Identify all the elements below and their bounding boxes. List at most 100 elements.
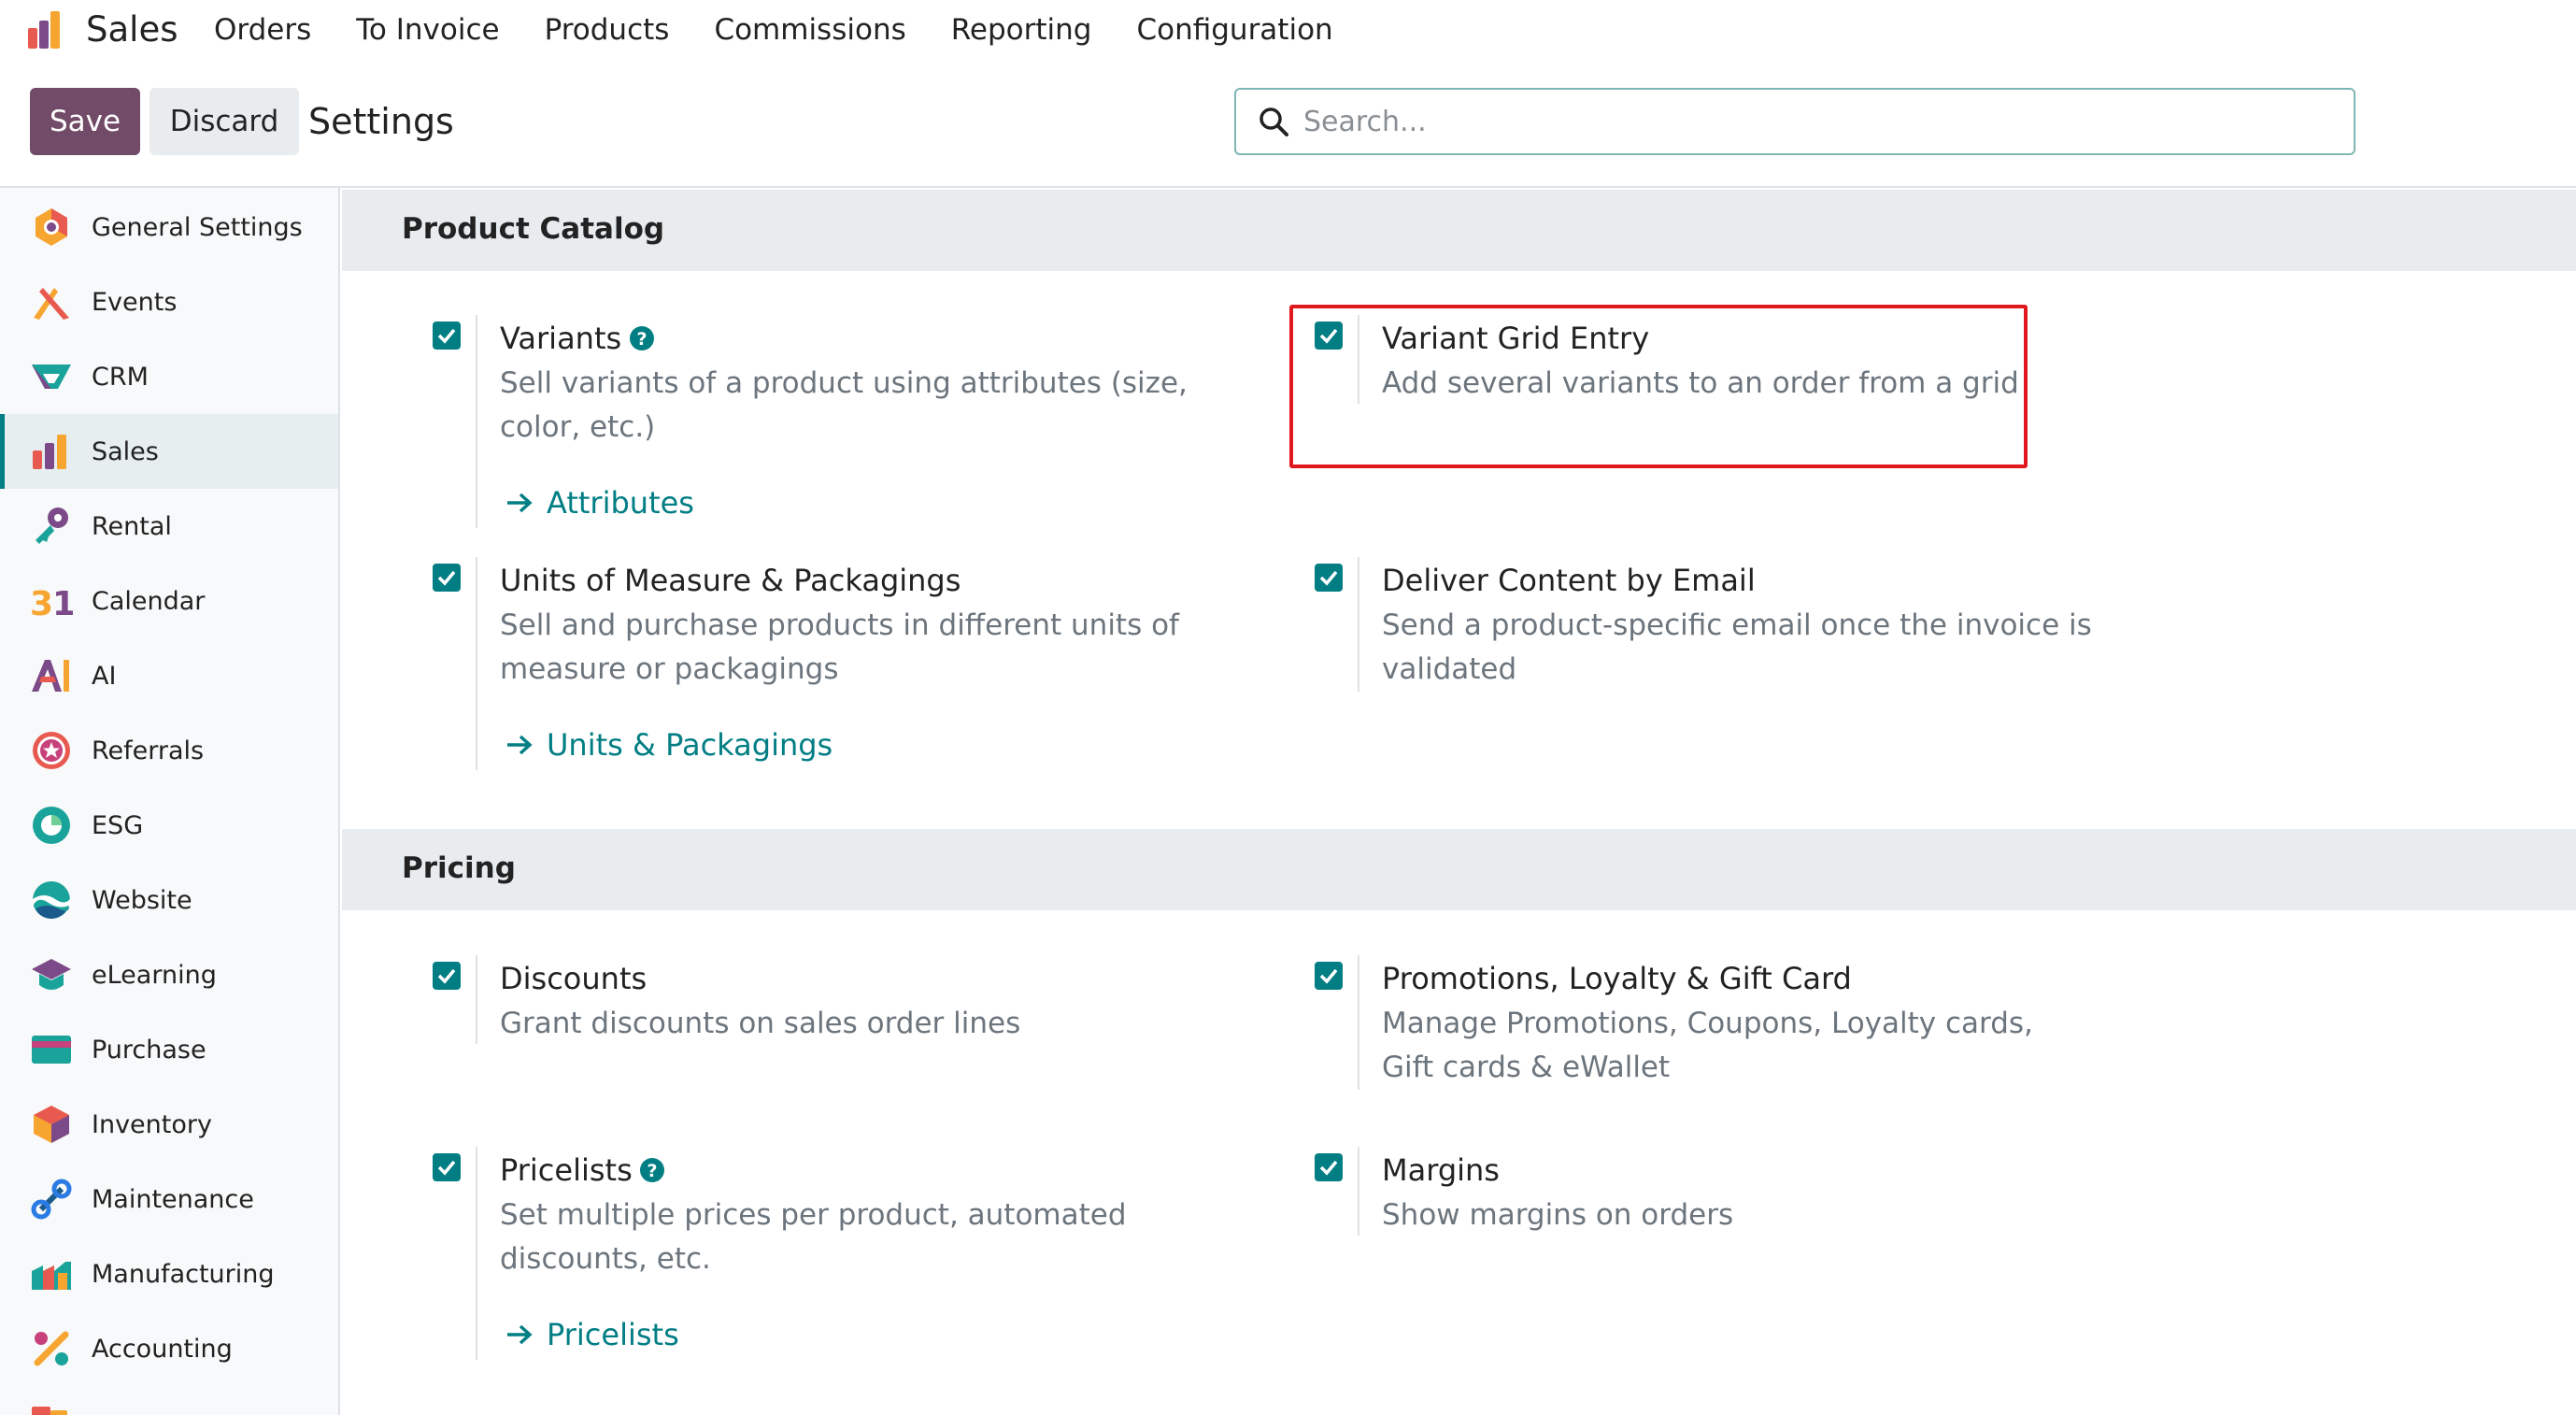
calendar-icon: 3 1 xyxy=(30,585,73,622)
checkmark-icon xyxy=(1319,968,1338,984)
svg-text:?: ? xyxy=(647,1161,657,1181)
variants-checkbox[interactable] xyxy=(433,322,461,350)
sales-icon xyxy=(33,435,66,469)
website-icon xyxy=(33,881,71,919)
discard-button[interactable]: Discard xyxy=(149,88,299,155)
sidebar-label: Purchase xyxy=(92,1035,206,1065)
section-header-product-catalog: Product Catalog xyxy=(342,190,2576,271)
variants-title: Variants xyxy=(500,321,622,356)
discounts-checkbox[interactable] xyxy=(433,962,461,990)
sidebar-label: Maintenance xyxy=(92,1184,254,1214)
deliver-email-checkbox[interactable] xyxy=(1315,564,1343,592)
sidebar-label: Manufacturing xyxy=(92,1259,275,1289)
margins-title: Margins xyxy=(1382,1152,1500,1188)
maintenance-icon xyxy=(31,1179,72,1220)
menu-products[interactable]: Products xyxy=(545,13,670,47)
menu-reporting[interactable]: Reporting xyxy=(951,13,1092,47)
help-icon[interactable]: ? xyxy=(629,325,655,351)
search-input[interactable] xyxy=(1303,105,2331,138)
sidebar-item-sales[interactable]: Sales xyxy=(0,414,338,489)
sidebar-item-crm[interactable]: CRM xyxy=(0,339,338,414)
menu-orders[interactable]: Orders xyxy=(214,13,311,47)
save-button[interactable]: Save xyxy=(30,88,140,155)
sidebar-item-rental[interactable]: Rental xyxy=(0,489,338,564)
checkmark-icon xyxy=(437,328,456,344)
sidebar-label: ESG xyxy=(92,810,144,840)
section-title: Product Catalog xyxy=(402,212,665,246)
events-icon xyxy=(34,288,69,320)
sidebar-item-purchase[interactable]: Purchase xyxy=(0,1012,338,1087)
sidebar-item-ai[interactable]: AI xyxy=(0,638,338,713)
sidebar-item-esg[interactable]: ESG xyxy=(0,788,338,863)
sidebar-item-elearning[interactable]: eLearning xyxy=(0,937,338,1012)
promotions-description: Manage Promotions, Coupons, Loyalty card… xyxy=(1382,1007,2033,1084)
sidebar-item-manufacturing[interactable]: Manufacturing xyxy=(0,1236,338,1311)
referrals-icon xyxy=(33,732,70,769)
crm-icon xyxy=(32,364,71,389)
sidebar-item-general-settings[interactable]: General Settings xyxy=(0,190,338,264)
sidebar-item-maintenance[interactable]: Maintenance xyxy=(0,1162,338,1236)
rental-icon xyxy=(36,507,68,544)
sidebar-label: Calendar xyxy=(92,586,206,616)
sidebar-label: Accounting xyxy=(92,1334,233,1364)
sidebar-label: Rental xyxy=(92,511,172,541)
deliver-email-description: Send a product-specific email once the i… xyxy=(1382,608,2092,686)
sidebar-label: Events xyxy=(92,287,178,317)
ai-icon xyxy=(32,660,69,692)
sidebar-label: Inventory xyxy=(92,1109,212,1139)
pricelists-description: Set multiple prices per product, automat… xyxy=(500,1198,1127,1276)
margins-description: Show margins on orders xyxy=(1382,1198,1734,1232)
arrow-right-icon xyxy=(507,1324,533,1345)
inventory-icon xyxy=(34,1106,69,1143)
app-name[interactable]: Sales xyxy=(86,9,178,50)
sidebar-item-accounting[interactable]: Accounting xyxy=(0,1311,338,1386)
highlight-annotation xyxy=(1289,305,2028,468)
uom-checkbox[interactable] xyxy=(433,564,461,592)
checkmark-icon xyxy=(1319,1160,1338,1176)
partial-app-icon xyxy=(32,1407,67,1415)
uom-description: Sell and purchase products in different … xyxy=(500,608,1179,686)
sidebar-label: Sales xyxy=(92,436,159,466)
general-settings-icon xyxy=(36,208,67,246)
sidebar-item-inventory[interactable]: Inventory xyxy=(0,1087,338,1162)
units-packagings-link[interactable]: Units & Packagings xyxy=(505,727,833,763)
discounts-title: Discounts xyxy=(500,961,648,996)
margins-checkbox[interactable] xyxy=(1315,1153,1343,1181)
checkmark-icon xyxy=(437,968,456,984)
accounting-icon xyxy=(34,1331,69,1366)
checkmark-icon xyxy=(437,1160,456,1176)
checkmark-icon xyxy=(1319,570,1338,586)
promotions-checkbox[interactable] xyxy=(1315,962,1343,990)
sidebar-label: Website xyxy=(92,885,192,915)
menu-configuration[interactable]: Configuration xyxy=(1136,13,1332,47)
sidebar-item-events[interactable]: Events xyxy=(0,264,338,339)
svg-text:1: 1 xyxy=(52,585,73,622)
checkmark-icon xyxy=(437,570,456,586)
variants-description: Sell variants of a product using attribu… xyxy=(500,366,1188,444)
top-navbar: Sales Orders To Invoice Products Commiss… xyxy=(0,0,2576,64)
promotions-title: Promotions, Loyalty & Gift Card xyxy=(1382,961,1852,996)
menu-to-invoice[interactable]: To Invoice xyxy=(356,13,499,47)
svg-text:3: 3 xyxy=(30,585,53,622)
pricelists-title: Pricelists xyxy=(500,1152,633,1188)
svg-text:?: ? xyxy=(636,329,647,350)
sales-app-icon[interactable] xyxy=(26,7,71,52)
section-header-pricing: Pricing xyxy=(342,829,2576,910)
help-icon[interactable]: ? xyxy=(639,1157,665,1183)
settings-sidebar: General Settings Events CRM Sales Rental xyxy=(0,188,340,1415)
section-title: Pricing xyxy=(402,851,516,885)
discounts-description: Grant discounts on sales order lines xyxy=(500,1007,1021,1040)
attributes-link[interactable]: Attributes xyxy=(505,485,694,521)
sidebar-item-calendar[interactable]: 3 1 Calendar xyxy=(0,564,338,638)
deliver-email-title: Deliver Content by Email xyxy=(1382,563,1756,598)
sidebar-item-website[interactable]: Website xyxy=(0,863,338,937)
attributes-link-label: Attributes xyxy=(547,485,694,521)
arrow-right-icon xyxy=(507,493,533,513)
menu-commissions[interactable]: Commissions xyxy=(714,13,905,47)
search-box[interactable] xyxy=(1234,88,2355,155)
units-packagings-link-label: Units & Packagings xyxy=(547,727,833,763)
pricelists-link-label: Pricelists xyxy=(547,1317,679,1352)
pricelists-checkbox[interactable] xyxy=(433,1153,461,1181)
pricelists-link[interactable]: Pricelists xyxy=(505,1317,679,1352)
sidebar-item-referrals[interactable]: Referrals xyxy=(0,713,338,788)
